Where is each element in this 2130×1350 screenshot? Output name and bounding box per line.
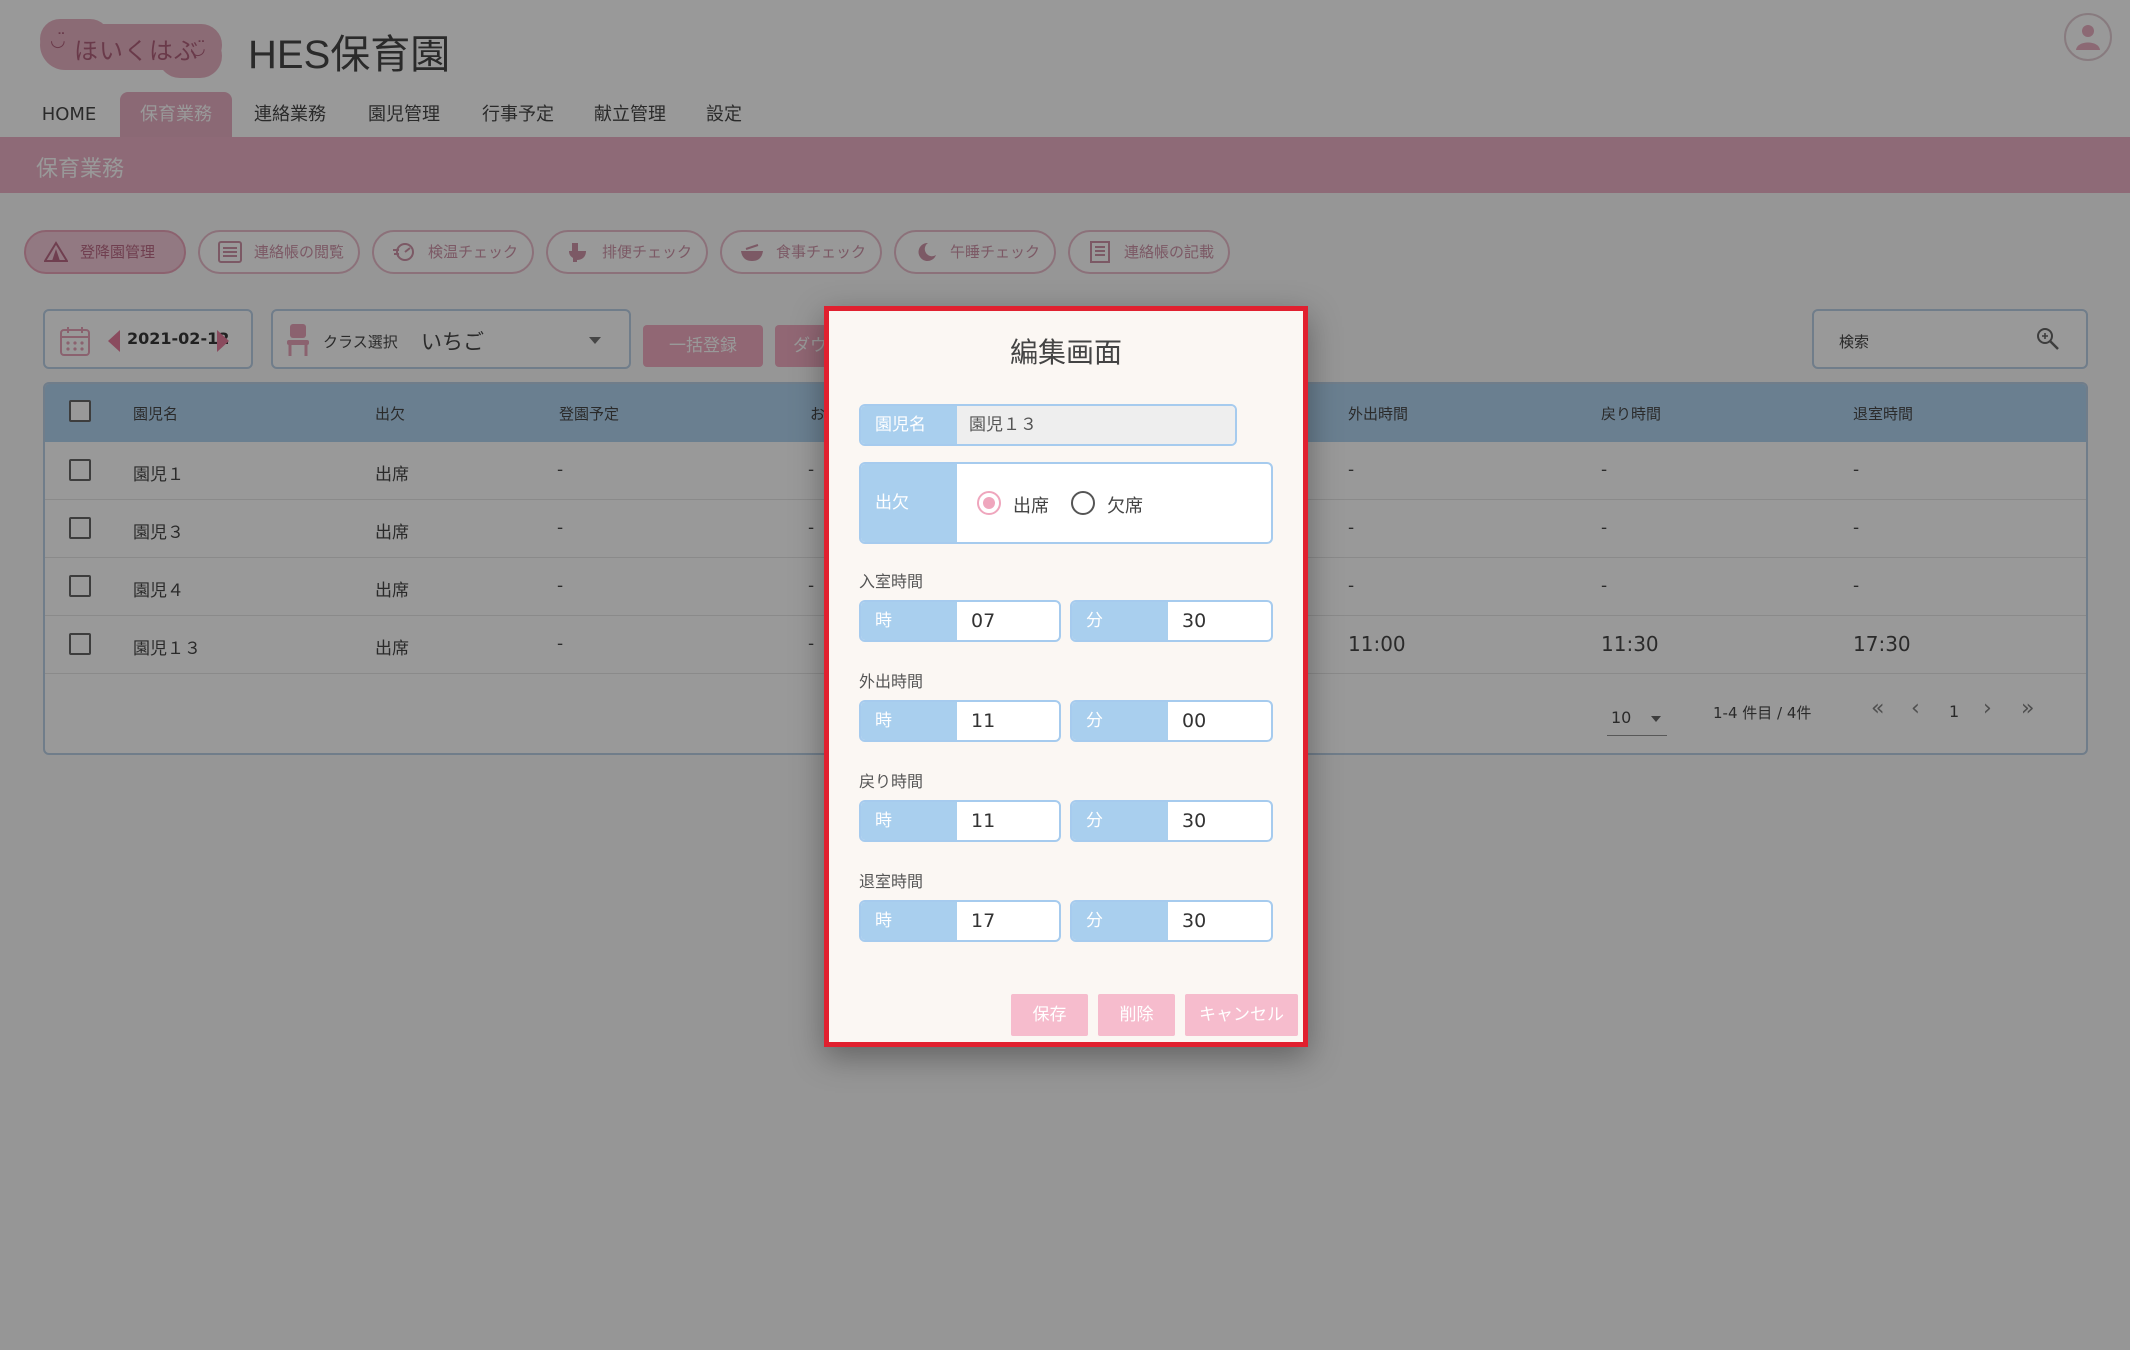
logo-text: ほいくはぶ (74, 37, 199, 65)
present-radio-label[interactable]: 出席 (1013, 492, 1049, 518)
dialog-title: 編集画面 (1009, 336, 1122, 369)
out-minute-value: 00 (1182, 710, 1207, 732)
child-name-label: 園児名 (861, 406, 957, 444)
out-time-label: 外出時間 (859, 672, 924, 691)
minute-label: 分 (1072, 902, 1168, 940)
back-hour-value: 11 (971, 810, 996, 832)
logo-face-left: ◡̈ (50, 30, 66, 51)
minute-label: 分 (1072, 702, 1168, 740)
hour-label: 時 (861, 702, 957, 740)
out-minute-input[interactable]: 分 00 (1070, 700, 1273, 742)
hour-label: 時 (861, 802, 957, 840)
save-button[interactable]: 保存 (1011, 994, 1088, 1036)
entry-time-label: 入室時間 (859, 572, 924, 591)
child-name-field: 園児名 園児１３ (859, 404, 1237, 446)
minute-label: 分 (1072, 602, 1168, 640)
logo-face-right: ◡̈ (190, 38, 206, 59)
attendance-label: 出欠 (861, 464, 957, 542)
leave-minute-input[interactable]: 分 30 (1070, 900, 1273, 942)
attendance-field: 出欠 出席 欠席 (859, 462, 1273, 544)
cancel-button[interactable]: キャンセル (1185, 994, 1298, 1036)
entry-minute-value: 30 (1182, 610, 1207, 632)
back-minute-input[interactable]: 分 30 (1070, 800, 1273, 842)
entry-hour-value: 07 (971, 610, 996, 632)
absent-radio[interactable] (1071, 491, 1095, 515)
edit-dialog: 編集画面 園児名 園児１３ 出欠 出席 欠席 入室時間 時 07 分 30 外出… (824, 306, 1308, 1047)
leave-minute-value: 30 (1182, 910, 1207, 932)
leave-hour-input[interactable]: 時 17 (859, 900, 1061, 942)
entry-minute-input[interactable]: 分 30 (1070, 600, 1273, 642)
back-minute-value: 30 (1182, 810, 1207, 832)
child-name-value: 園児１３ (957, 406, 1235, 444)
leave-time-label: 退室時間 (859, 872, 924, 891)
absent-radio-label[interactable]: 欠席 (1107, 492, 1143, 518)
out-hour-value: 11 (971, 710, 996, 732)
hour-label: 時 (861, 902, 957, 940)
minute-label: 分 (1072, 802, 1168, 840)
out-hour-input[interactable]: 時 11 (859, 700, 1061, 742)
leave-hour-value: 17 (971, 910, 996, 932)
back-time-label: 戻り時間 (859, 772, 924, 791)
back-hour-input[interactable]: 時 11 (859, 800, 1061, 842)
hour-label: 時 (861, 602, 957, 640)
entry-hour-input[interactable]: 時 07 (859, 600, 1061, 642)
delete-button[interactable]: 削除 (1098, 994, 1175, 1036)
present-radio[interactable] (977, 491, 1001, 515)
